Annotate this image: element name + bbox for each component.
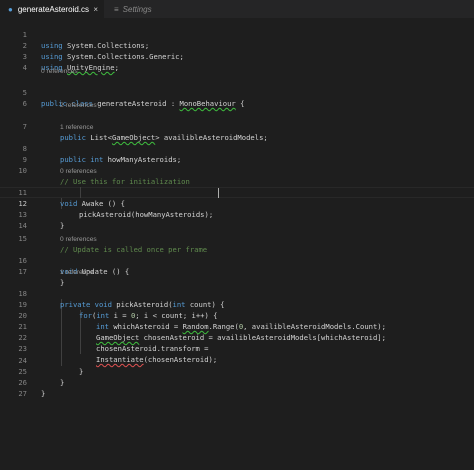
code-line: 10 // Use this for initialization	[0, 154, 474, 186]
code-line: 1 using System.Collections;	[0, 18, 474, 50]
line-number: 17	[18, 267, 27, 276]
code-line: 18 private void pickAsteroid(int count) …	[0, 277, 474, 309]
code-line: 4	[0, 51, 474, 72]
csharp-file-icon: ●	[8, 4, 13, 14]
code-text: MonoBehaviour	[179, 99, 236, 108]
code-editor[interactable]: 1 using System.Collections; 2 using Syst…	[0, 18, 474, 470]
code-line: 9	[0, 143, 474, 164]
code-line: 7 public List<GameObject> availibleAster…	[0, 110, 474, 142]
code-line: 17 }	[0, 255, 474, 287]
code-text: {	[235, 99, 245, 108]
line-number: 27	[18, 389, 27, 398]
code-line: 26 }	[0, 366, 474, 398]
line-number: 7	[22, 122, 27, 131]
code-line: 16 void Update () {	[0, 244, 474, 276]
code-line: 19 for(int i = 0; i < count; i++) {	[0, 288, 474, 320]
code-line: 14	[0, 209, 474, 230]
code-text: }	[41, 389, 46, 398]
code-line: 8 public int howManyAsteroids;	[0, 132, 474, 164]
line-number: 4	[22, 63, 27, 72]
code-line: 13 }	[0, 198, 474, 230]
code-line: 6	[0, 87, 474, 108]
code-line: 24 }	[0, 344, 474, 376]
code-line: 12 pickAsteroid(howManyAsteroids);	[0, 187, 474, 219]
code-text: :	[166, 99, 180, 108]
line-number: 10	[18, 166, 27, 175]
line-number: 15	[18, 234, 27, 243]
tab-bar: ● generateAsteroid.cs × ≡ Settings	[0, 0, 474, 18]
code-line: 22 chosenAsteroid.transform =	[0, 321, 474, 353]
code-line: 5 public class generateAsteroid : MonoBe…	[0, 76, 474, 108]
code-line: 27	[0, 377, 474, 398]
code-line: 21 GameObject chosenAsteroid = availible…	[0, 310, 474, 342]
tab-label: Settings	[122, 4, 152, 14]
tab-generate-asteroid[interactable]: ● generateAsteroid.cs ×	[0, 0, 104, 18]
code-line: 25 }	[0, 355, 474, 387]
settings-file-icon: ≡	[114, 4, 119, 14]
code-line: 3 using UnityEngine;	[0, 40, 474, 72]
code-text: generateAsteroid	[97, 99, 167, 108]
code-line: 11 void Awake () {	[0, 176, 474, 208]
text-cursor	[218, 188, 219, 198]
tab-label: generateAsteroid.cs	[17, 4, 89, 14]
code-line: 20 int whichAsteroid = Random.Range(0, a…	[0, 299, 474, 331]
close-icon[interactable]: ×	[93, 5, 98, 14]
tab-settings[interactable]: ≡ Settings	[106, 0, 166, 18]
code-text: ;	[114, 63, 119, 72]
code-line: 15 // Update is called once per frame	[0, 222, 474, 254]
line-number: 6	[22, 99, 27, 108]
code-line: 23 Instantiate(chosenAsteroid);	[0, 332, 474, 364]
code-line: 2 using System.Collections.Generic;	[0, 29, 474, 61]
